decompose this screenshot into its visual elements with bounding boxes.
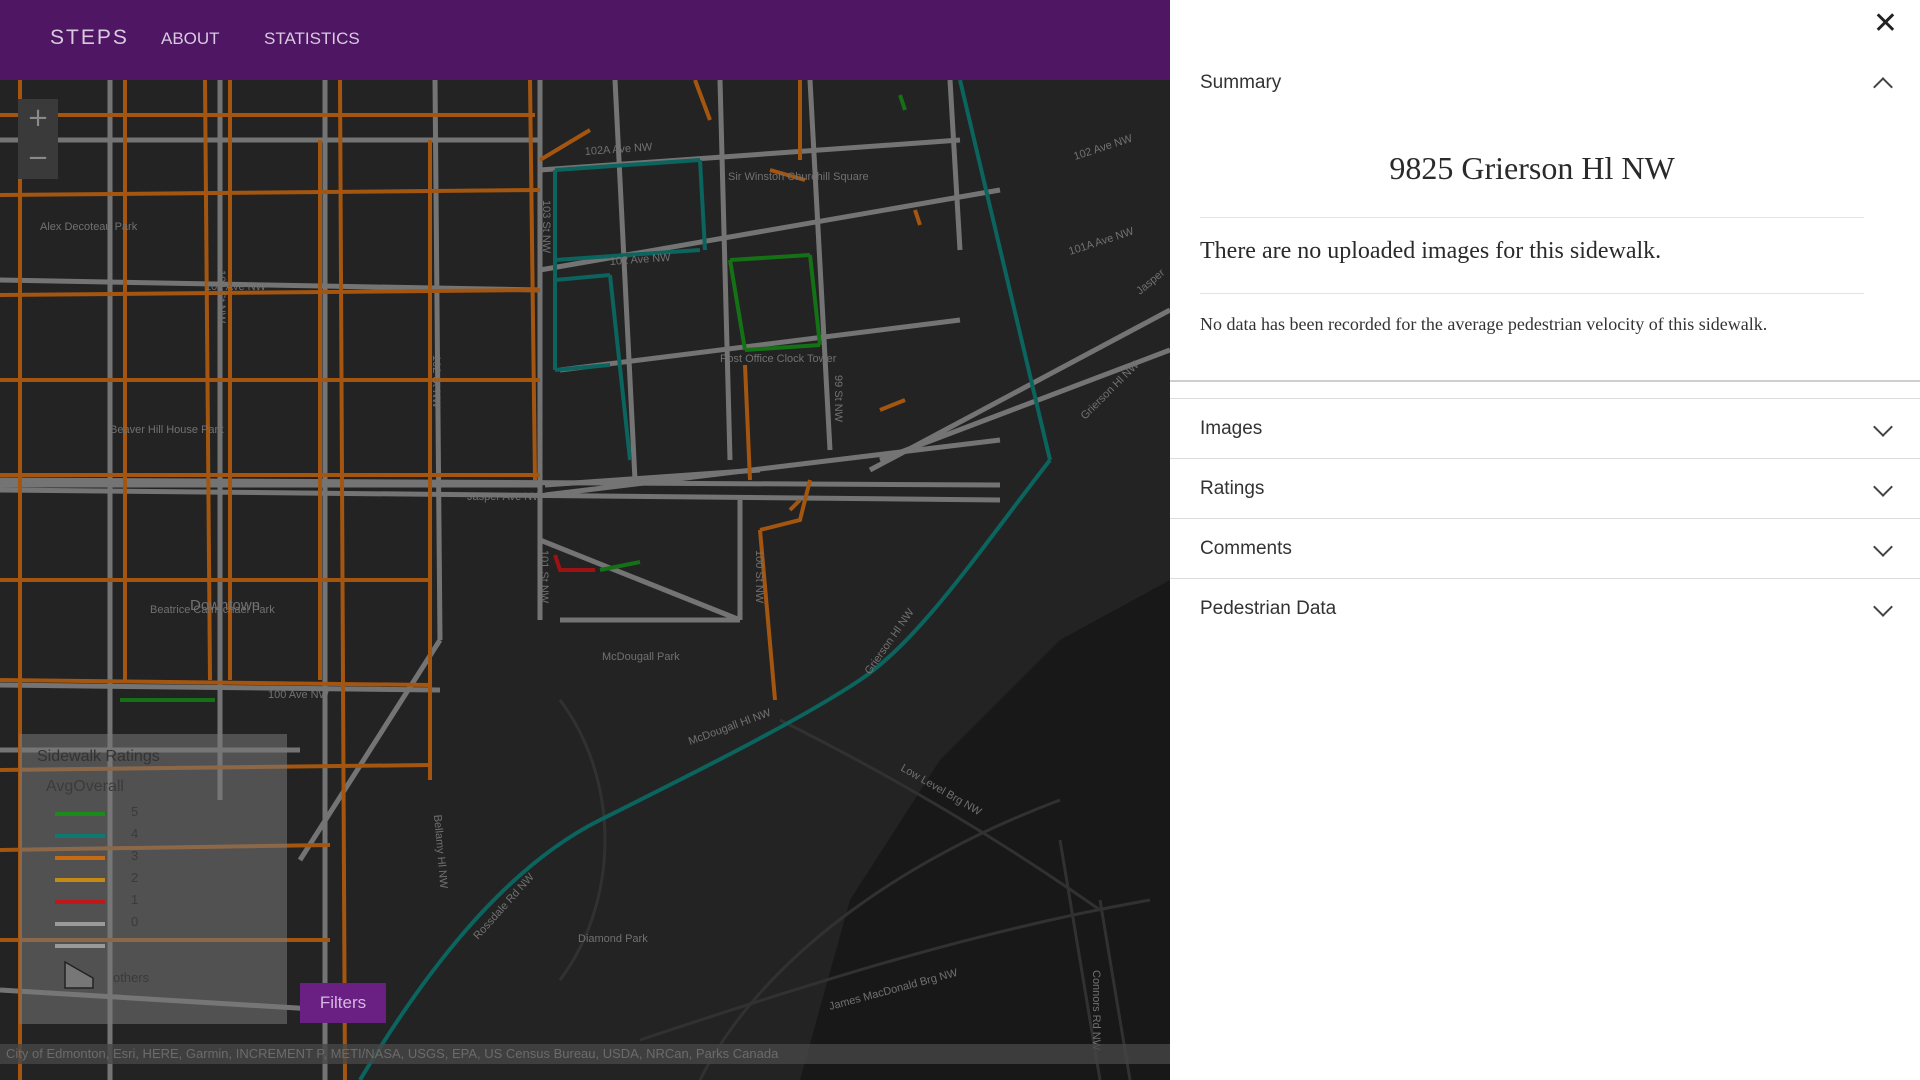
map-label-103st: 103 St NW [540, 200, 552, 254]
legend-swatch [55, 834, 105, 838]
section-divider [1170, 578, 1920, 579]
map-label-mcdougall-park: McDougall Park [602, 651, 680, 663]
legend-title: Sidewalk Ratings [37, 748, 160, 765]
chevron-down-icon[interactable] [1873, 597, 1893, 617]
map-view[interactable]: 102A Ave NW 102 Ave NW 101A Ave NW 102 A… [0, 0, 1170, 1080]
map-label-diamond: Diamond Park [578, 933, 648, 945]
chevron-down-icon[interactable] [1873, 537, 1893, 557]
map-label-beaver: Beaver Hill House Park [110, 424, 224, 436]
chevron-up-icon[interactable] [1873, 77, 1893, 97]
zoom-out-button[interactable]: − [18, 139, 58, 179]
section-divider [1170, 398, 1920, 399]
section-divider [1170, 380, 1920, 382]
map-label-102st: 102 St NW [430, 355, 442, 409]
pedestrian-data-header[interactable]: Pedestrian Data [1200, 598, 1336, 620]
map-label-101st: 101 St NW [538, 550, 550, 604]
zoom-in-button[interactable]: + [18, 99, 58, 139]
section-divider [1170, 458, 1920, 459]
map-label-winston: Sir Winston Churchill Square [728, 171, 869, 183]
nav-statistics[interactable]: STATISTICS [264, 29, 360, 49]
legend-swatch [55, 922, 105, 926]
legend-label: 3 [131, 848, 139, 863]
legend-swatch [55, 944, 105, 948]
legend-swatch [55, 812, 105, 816]
close-icon[interactable]: ✕ [1873, 6, 1898, 41]
chevron-down-icon[interactable] [1873, 477, 1893, 497]
legend-label: 2 [131, 870, 139, 885]
polygon-others-icon [64, 960, 94, 989]
filters-button[interactable]: Filters [300, 983, 386, 1023]
chevron-down-icon[interactable] [1873, 417, 1893, 437]
map-label-jasper: Jasper Ave NW [467, 491, 543, 503]
map-attribution: City of Edmonton, Esri, HERE, Garmin, IN… [0, 1044, 1170, 1064]
sidewalk-details-panel: ✕ Summary 9825 Grierson Hl NW There are … [1170, 0, 1920, 1080]
map-label-100ave: 100 Ave NW [268, 689, 330, 701]
legend-label: 4 [131, 826, 139, 841]
legend-label: 5 [131, 804, 139, 819]
comments-header[interactable]: Comments [1200, 538, 1292, 560]
legend-panel: Sidewalk Ratings AvgOverall 5 4 3 2 1 0 [19, 734, 287, 1024]
legend-label: 1 [131, 892, 139, 907]
sidewalk-address: 9825 Grierson Hl NW [1389, 150, 1675, 186]
map-label-104st: 104 St NW [215, 270, 227, 324]
app-brand[interactable]: STEPS [50, 26, 129, 50]
section-divider [1170, 518, 1920, 519]
divider [1200, 217, 1864, 218]
legend-swatch [55, 856, 105, 860]
ratings-header[interactable]: Ratings [1200, 478, 1264, 500]
summary-header[interactable]: Summary [1200, 72, 1281, 94]
map-label-102-left: 102 Ave NW [205, 281, 267, 293]
legend-others-label: others [113, 970, 150, 985]
legend-swatch [55, 900, 105, 904]
divider [1200, 293, 1864, 294]
map-label-99st: 99 St NW [832, 375, 844, 423]
map-label-beatrice: Beatrice Carmichael Park [150, 604, 275, 616]
map-label-connors: Connors Rd NW [1090, 970, 1102, 1051]
no-velocity-message: No data has been recorded for the averag… [1200, 314, 1768, 334]
map-label-post-office: Post Office Clock Tower [720, 353, 837, 365]
images-header[interactable]: Images [1200, 418, 1262, 440]
map-label-100st: 100 St NW [753, 550, 765, 604]
legend-swatch [55, 878, 105, 882]
legend-label: 0 [131, 914, 139, 929]
top-nav-bar: STEPS ABOUT STATISTICS [0, 0, 1170, 80]
no-images-message: There are no uploaded images for this si… [1200, 238, 1662, 264]
map-label-alex: Alex Decoteau Park [40, 221, 138, 233]
legend-subtitle: AvgOverall [46, 778, 124, 795]
nav-about[interactable]: ABOUT [161, 29, 220, 49]
